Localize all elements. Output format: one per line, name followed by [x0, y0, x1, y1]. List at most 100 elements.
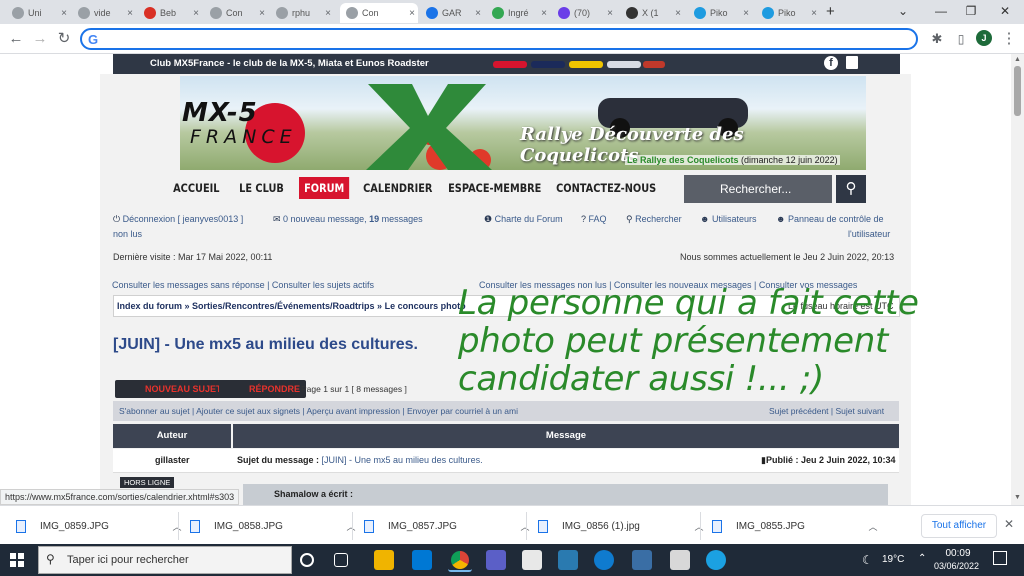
messages-link[interactable]: ✉ 0 nouveau message, 19 messages	[273, 214, 423, 225]
page-scrollbar[interactable]: ▲ ▼	[1011, 54, 1024, 505]
close-tab-icon[interactable]: ×	[538, 8, 550, 19]
browser-tab[interactable]: Beb ×	[138, 3, 202, 23]
clock-time[interactable]: 00:09	[940, 548, 976, 559]
download-item[interactable]: IMG_0859.JPG ︿	[16, 514, 184, 538]
browser-tab[interactable]: rphu ×	[270, 3, 334, 23]
browser-tab[interactable]: Piko ×	[756, 3, 820, 23]
forward-arrow-icon[interactable]: →	[29, 28, 51, 50]
reload-icon[interactable]: ↻	[53, 28, 75, 50]
close-tab-icon[interactable]: ×	[604, 8, 616, 19]
topic-nav-links[interactable]: Sujet précédent | Sujet suivant	[769, 406, 884, 416]
nav-accueil[interactable]: ACCUEIL	[168, 177, 225, 199]
new-tab-button[interactable]: +	[826, 3, 835, 20]
download-item[interactable]: IMG_0855.JPG ︿	[712, 514, 880, 538]
mail-icon[interactable]	[412, 550, 432, 570]
chevron-up-icon[interactable]: ︿	[170, 520, 184, 533]
browser-tab[interactable]: GAR ×	[420, 3, 484, 23]
tab-search-chevron-icon[interactable]: ⌄	[888, 2, 918, 20]
close-tab-icon[interactable]: ×	[406, 8, 418, 19]
nav-calendrier[interactable]: CALENDRIER	[358, 177, 438, 199]
temperature-text[interactable]: 19°C	[882, 554, 904, 565]
rechercher-link[interactable]: ⚲ Rechercher	[626, 214, 682, 225]
notepad-icon[interactable]	[670, 550, 690, 570]
non-lus-text[interactable]: non lus	[113, 229, 142, 239]
scrollbar-thumb[interactable]	[1014, 66, 1021, 116]
clock-date[interactable]: 03/06/2022	[934, 561, 979, 571]
search-icon[interactable]: ⚲	[836, 175, 866, 203]
facebook-icon[interactable]: f	[824, 56, 838, 70]
close-window-icon[interactable]: ✕	[990, 2, 1020, 20]
download-item[interactable]: IMG_0858.JPG ︿	[190, 514, 358, 538]
task-view-icon[interactable]	[334, 553, 348, 567]
edge-icon[interactable]	[594, 550, 614, 570]
back-arrow-icon[interactable]: ←	[5, 28, 27, 50]
charte-link[interactable]: ❶ Charte du Forum	[484, 214, 563, 225]
nav-contactez-nous[interactable]: CONTACTEZ-NOUS	[551, 177, 661, 199]
chevron-up-icon[interactable]: ︿	[518, 520, 532, 533]
close-tab-icon[interactable]: ×	[472, 8, 484, 19]
chevron-up-icon[interactable]: ︿	[344, 520, 358, 533]
download-item[interactable]: IMG_0857.JPG ︿	[364, 514, 532, 538]
scroll-down-icon[interactable]: ▼	[1014, 494, 1021, 501]
shopping-bag-icon[interactable]	[846, 56, 858, 69]
download-item[interactable]: IMG_0856 (1).jpg ︿	[538, 514, 706, 538]
topic-actions[interactable]: S'abonner au sujet | Ajouter ce sujet au…	[119, 406, 518, 416]
logout-link[interactable]: ⏻ Déconnexion [ jeanyves0013 ]	[113, 214, 243, 225]
post-author[interactable]: gillaster	[155, 455, 190, 465]
browser-tab[interactable]: X (1 ×	[620, 3, 684, 23]
close-tab-icon[interactable]: ×	[190, 8, 202, 19]
close-tab-icon[interactable]: ×	[808, 8, 820, 19]
taskbar-search-input[interactable]: Taper ici pour rechercher	[38, 546, 292, 574]
breadcrumb-links[interactable]: Index du forum » Sorties/Rencontres/Évén…	[117, 301, 466, 311]
show-all-downloads-button[interactable]: Tout afficher	[921, 514, 997, 538]
cortana-icon[interactable]	[300, 553, 314, 567]
profile-avatar[interactable]: J	[976, 30, 992, 46]
chrome-icon[interactable]	[448, 548, 472, 572]
browser-tab[interactable]: Piko ×	[688, 3, 752, 23]
internet-explorer-icon[interactable]	[706, 550, 726, 570]
nav-le-club[interactable]: LE CLUB	[234, 177, 289, 199]
site-banner[interactable]: MX-5 FRANCE Rallye Découverte des Coquel…	[180, 76, 866, 170]
browser-tab-active[interactable]: Con ×	[340, 3, 418, 23]
nav-forum[interactable]: FORUM	[299, 177, 350, 199]
file-explorer-icon[interactable]	[374, 550, 394, 570]
topic-title[interactable]: [JUIN] - Une mx5 au milieu des cultures.	[113, 336, 418, 354]
close-tab-icon[interactable]: ×	[740, 8, 752, 19]
panneau-link[interactable]: ☻ Panneau de contrôle de	[776, 214, 884, 224]
browser-tab[interactable]: Uni ×	[6, 3, 70, 23]
maximize-icon[interactable]: ❐	[956, 2, 986, 20]
close-tab-icon[interactable]: ×	[256, 8, 268, 19]
minimize-icon[interactable]: —	[926, 2, 956, 20]
nav-espace-membre[interactable]: ESPACE-MEMBRE	[443, 177, 546, 199]
utilisateurs-link[interactable]: ☻ Utilisateurs	[700, 214, 757, 224]
notifications-icon[interactable]	[993, 551, 1007, 565]
chevron-up-icon[interactable]: ︿	[866, 520, 880, 533]
weather-moon-icon[interactable]: ☾	[862, 553, 873, 567]
close-tab-icon[interactable]: ×	[58, 8, 70, 19]
browser-tab[interactable]: Con ×	[204, 3, 268, 23]
address-bar[interactable]: G	[80, 28, 918, 50]
side-panel-icon[interactable]: ▯	[950, 28, 972, 50]
app-icon[interactable]	[558, 550, 578, 570]
unanswered-links[interactable]: Consulter les messages sans réponse | Co…	[112, 280, 374, 290]
reply-button[interactable]: RÉPONDRE	[219, 380, 307, 398]
close-downloads-icon[interactable]: ✕	[1004, 517, 1014, 531]
site-search-input[interactable]: Rechercher...	[684, 175, 832, 203]
faq-link[interactable]: ? FAQ	[581, 214, 607, 224]
menu-kebab-icon[interactable]: ⋮	[998, 28, 1020, 50]
browser-tab[interactable]: vide ×	[72, 3, 136, 23]
chevron-up-icon[interactable]: ︿	[692, 520, 706, 533]
extensions-puzzle-icon[interactable]: ✱	[926, 28, 948, 50]
close-tab-icon[interactable]: ×	[672, 8, 684, 19]
teams-icon[interactable]	[486, 550, 506, 570]
browser-tab[interactable]: (70) ×	[552, 3, 616, 23]
scroll-up-icon[interactable]: ▲	[1014, 56, 1021, 63]
store-icon[interactable]	[522, 550, 542, 570]
panneau-link-line2[interactable]: l'utilisateur	[848, 229, 890, 239]
windows-start-icon[interactable]	[10, 553, 24, 567]
close-tab-icon[interactable]: ×	[124, 8, 136, 19]
tray-chevron-icon[interactable]: ⌃	[918, 553, 926, 564]
browser-tab[interactable]: Ingré ×	[486, 3, 550, 23]
close-tab-icon[interactable]: ×	[322, 8, 334, 19]
new-topic-button[interactable]: NOUVEAU SUJET	[115, 380, 228, 398]
